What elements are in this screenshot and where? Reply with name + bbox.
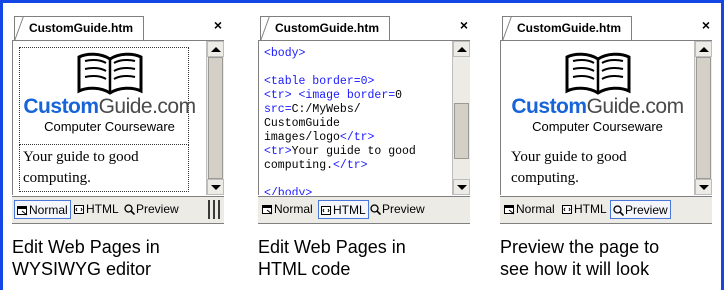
html-view-icon [74, 204, 84, 214]
code-line: <tr> <image border=0 [264, 89, 403, 102]
code-line: <table border=0> [264, 75, 375, 88]
vertical-scrollbar[interactable] [206, 41, 224, 195]
normal-view-icon [17, 205, 28, 216]
tab-bar: CustomGuide.htm × [258, 14, 470, 41]
editor-panel-normal: CustomGuide.htm × CustomGuide.com Comput… [12, 14, 224, 224]
scroll-thumb[interactable] [696, 57, 711, 179]
scroll-down-button[interactable] [207, 179, 224, 195]
scroll-down-button[interactable] [695, 179, 712, 195]
code-line: CustomGuide [264, 117, 340, 130]
body-text: Your guide to good computing. [511, 149, 627, 186]
magnifier-icon [613, 205, 624, 217]
code-line: </body> [264, 187, 313, 195]
logo-wordmark: CustomGuide.com [511, 95, 684, 118]
logo-image: CustomGuide.com Computer Courseware [501, 47, 694, 139]
html-view-icon [562, 204, 572, 214]
preview-view-button[interactable]: Preview [122, 200, 181, 219]
triangle-up-icon [699, 47, 709, 52]
preview-view-button[interactable]: Preview [368, 200, 427, 219]
document-tab[interactable]: CustomGuide.htm [260, 16, 390, 40]
code-line: <tr>Your guide to good [264, 145, 416, 158]
editor-panel-preview: CustomGuide.htm × CustomGuide.com Comput… [500, 14, 712, 224]
preview-view-button[interactable]: Preview [610, 200, 671, 219]
magnifier-icon [124, 204, 135, 216]
view-switcher: Normal HTML Preview [258, 196, 470, 224]
tab-bar: CustomGuide.htm × [500, 14, 712, 41]
preview-view: CustomGuide.com Computer Courseware Your… [500, 41, 694, 195]
html-view-icon [321, 205, 331, 215]
scroll-down-button[interactable] [453, 179, 470, 195]
tab-bar: CustomGuide.htm × [12, 14, 224, 41]
normal-view-icon [504, 204, 515, 215]
view-switcher: Normal HTML Preview [12, 196, 224, 224]
code-line: <body> [264, 47, 306, 60]
close-icon[interactable]: × [460, 17, 468, 33]
close-icon[interactable]: × [702, 17, 710, 33]
logo-tagline: Computer Courseware [44, 119, 175, 134]
magnifier-icon [370, 204, 381, 216]
logo-wordmark: CustomGuide.com [23, 95, 196, 118]
normal-view-button[interactable]: Normal [14, 200, 71, 219]
editor-panel-html: CustomGuide.htm × <body> <table border=0… [258, 14, 470, 224]
html-source[interactable]: <body> <table border=0> <tr> <image borde… [264, 47, 416, 195]
caption-wysiwyg: Edit Web Pages in WYSIWYG editor [12, 237, 160, 279]
code-line: src=C:/MyWebs/ [264, 103, 361, 116]
caption-html: Edit Web Pages in HTML code [258, 237, 406, 279]
logo-image: CustomGuide.com Computer Courseware [13, 47, 206, 139]
html-view-button[interactable]: HTML [318, 200, 369, 219]
html-view-button[interactable]: HTML [72, 200, 121, 219]
scroll-up-button[interactable] [453, 41, 470, 57]
normal-view-icon [262, 204, 273, 215]
vertical-scrollbar[interactable] [452, 41, 470, 195]
logo-tagline: Computer Courseware [532, 119, 663, 134]
book-logo-icon [565, 52, 631, 95]
html-view-button[interactable]: HTML [560, 200, 609, 219]
resize-grip-icon[interactable] [208, 200, 220, 219]
document-tab[interactable]: CustomGuide.htm [502, 16, 632, 40]
scroll-thumb[interactable] [454, 103, 469, 159]
document-tab[interactable]: CustomGuide.htm [14, 16, 144, 40]
book-logo-icon [77, 52, 143, 95]
triangle-down-icon [211, 185, 221, 190]
triangle-up-icon [457, 47, 467, 52]
triangle-down-icon [699, 185, 709, 190]
design-view[interactable]: CustomGuide.com Computer Courseware Your… [12, 41, 206, 195]
scroll-up-button[interactable] [695, 41, 712, 57]
triangle-down-icon [457, 185, 467, 190]
scroll-up-button[interactable] [207, 41, 224, 57]
body-text: Your guide to good computing. [23, 149, 139, 186]
triangle-up-icon [211, 47, 221, 52]
caption-preview: Preview the page to see how it will look [500, 237, 660, 279]
view-switcher: Normal HTML Preview [500, 196, 712, 224]
close-icon[interactable]: × [214, 17, 222, 33]
code-line: computing.</tr> [264, 159, 368, 172]
code-line: images/logo</tr> [264, 131, 375, 144]
normal-view-button[interactable]: Normal [260, 200, 315, 219]
code-view[interactable]: <body> <table border=0> <tr> <image borde… [258, 41, 452, 195]
scroll-thumb[interactable] [208, 57, 223, 179]
vertical-scrollbar[interactable] [694, 41, 712, 195]
normal-view-button[interactable]: Normal [502, 200, 557, 219]
